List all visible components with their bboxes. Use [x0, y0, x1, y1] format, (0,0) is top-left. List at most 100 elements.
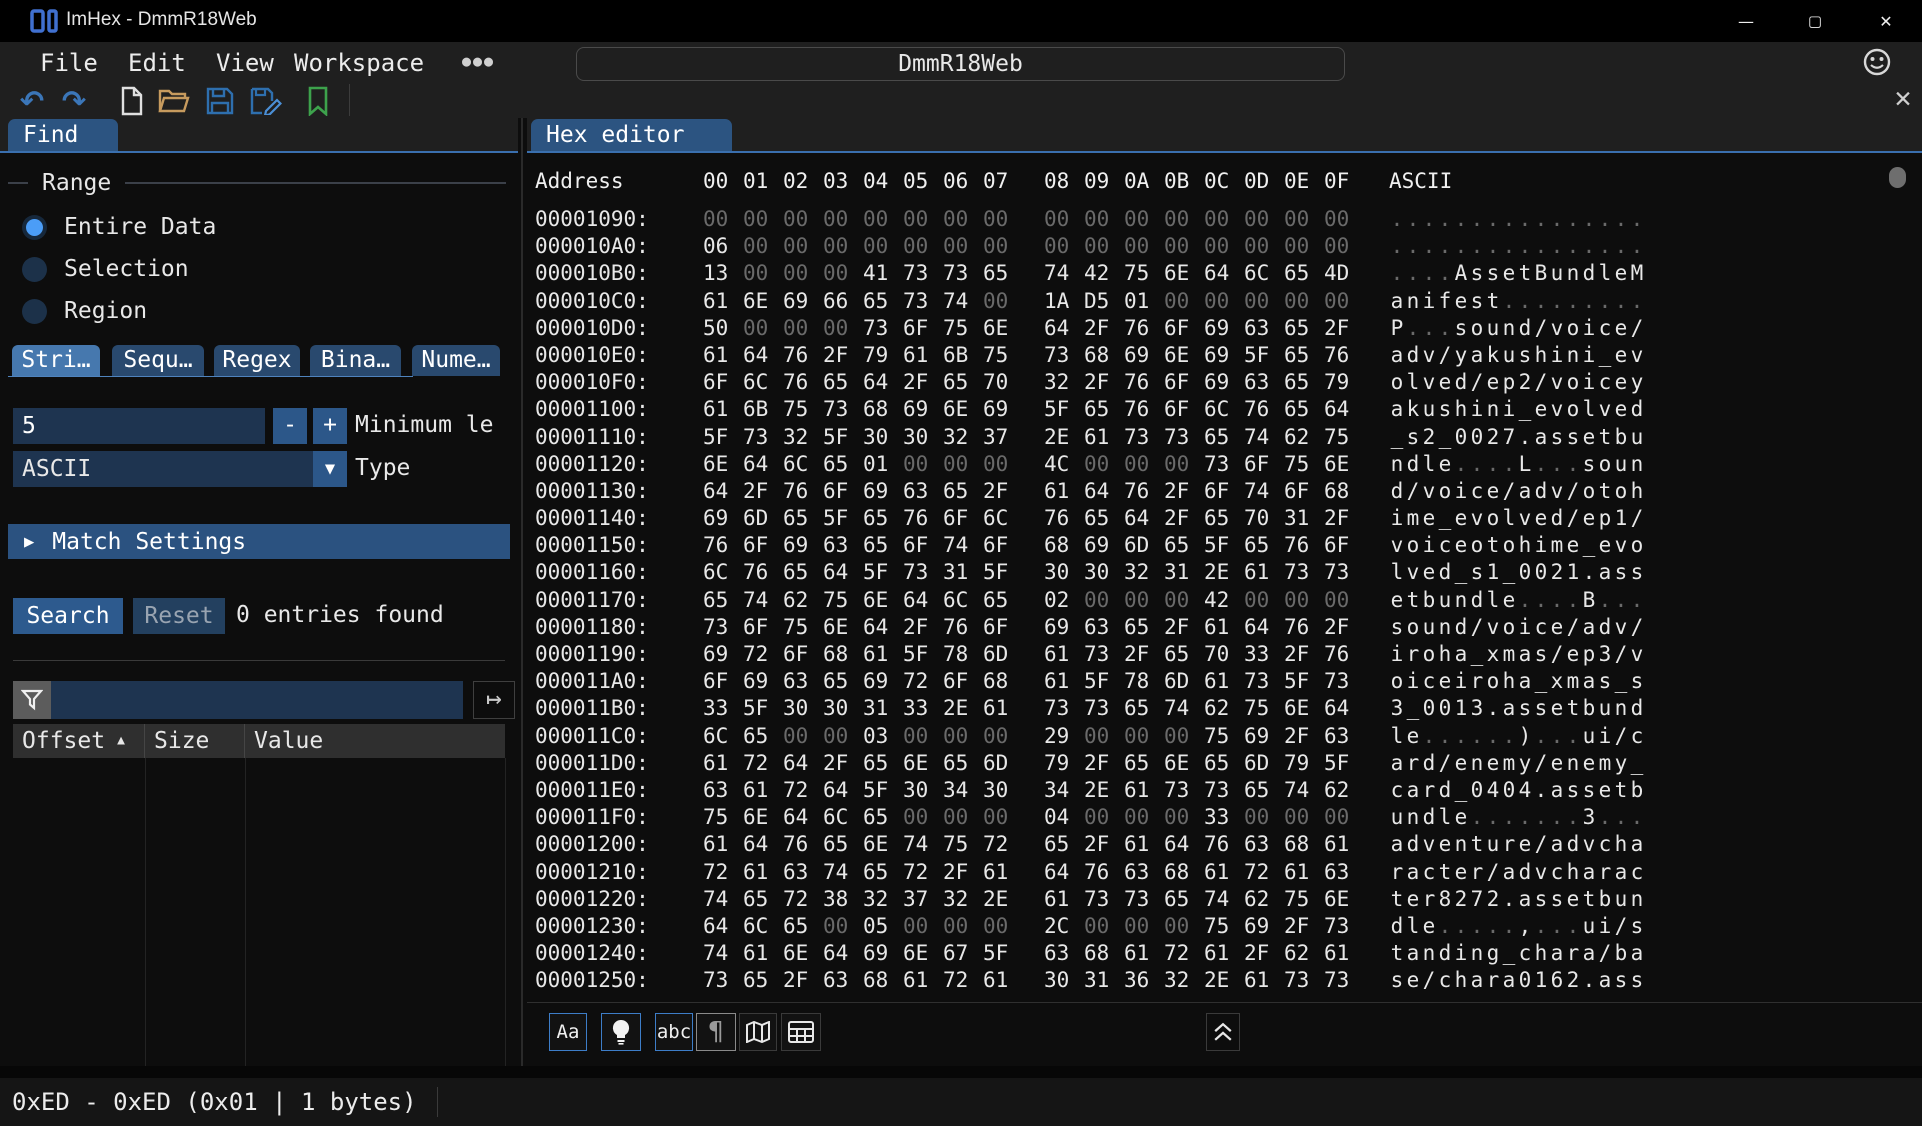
ascii-char[interactable]: s	[1549, 424, 1565, 451]
ascii-char[interactable]: .	[1485, 804, 1501, 831]
tab-strings[interactable]: Stri…	[12, 345, 100, 376]
hex-byte[interactable]: 64	[1164, 831, 1204, 858]
hex-byte[interactable]: 00	[1204, 206, 1244, 233]
hex-byte[interactable]: 75	[703, 804, 743, 831]
ascii-char[interactable]: i	[1597, 913, 1613, 940]
ascii-char[interactable]: a	[1469, 342, 1485, 369]
ascii-char[interactable]: /	[1421, 967, 1437, 994]
hex-byte[interactable]: 76	[1204, 831, 1244, 858]
hex-row[interactable]: 000011D0:6172642F656E656D792F656E656D795…	[527, 750, 1922, 777]
ascii-char[interactable]: h	[1453, 396, 1469, 423]
ascii-char[interactable]: e	[1485, 750, 1501, 777]
ascii-char[interactable]: i	[1453, 668, 1469, 695]
hex-byte[interactable]: 6E	[783, 940, 823, 967]
ascii-char[interactable]: r	[1485, 967, 1501, 994]
ascii-char[interactable]: _	[1405, 695, 1421, 722]
hex-row[interactable]: 000011F0:756E646C65000000040000003300000…	[527, 804, 1922, 831]
hex-byte[interactable]: 64	[823, 940, 863, 967]
hex-row[interactable]: 00001140:696D655F65766F6C7665642F6570312…	[527, 505, 1922, 532]
ascii-char[interactable]: p	[1581, 641, 1597, 668]
ascii-char[interactable]: .	[1581, 559, 1597, 586]
ascii-char[interactable]: u	[1613, 886, 1629, 913]
hex-byte[interactable]: 61	[983, 967, 1023, 994]
hex-byte[interactable]: 65	[1204, 505, 1244, 532]
goto-arrow-icon[interactable]: ↦	[473, 681, 515, 719]
hex-byte[interactable]: 65	[863, 859, 903, 886]
hex-row[interactable]: 00001150:766F6963656F746F68696D655F65766…	[527, 532, 1922, 559]
hex-byte[interactable]: 65	[1164, 886, 1204, 913]
ascii-char[interactable]: e	[1565, 886, 1581, 913]
ascii-char[interactable]: B	[1581, 587, 1597, 614]
hex-byte[interactable]: 6F	[943, 668, 983, 695]
ascii-char[interactable]: s	[1613, 559, 1629, 586]
ascii-char[interactable]: a	[1389, 750, 1405, 777]
ascii-char[interactable]: s	[1597, 668, 1613, 695]
hex-byte[interactable]: 68	[823, 641, 863, 668]
hex-byte[interactable]: 61	[743, 940, 783, 967]
hex-byte[interactable]: 38	[823, 886, 863, 913]
ascii-char[interactable]: s	[1629, 559, 1645, 586]
ascii-char[interactable]: e	[1501, 260, 1517, 287]
ascii-char[interactable]: n	[1469, 940, 1485, 967]
ascii-char[interactable]: l	[1597, 260, 1613, 287]
hex-byte[interactable]: 76	[1324, 641, 1364, 668]
ascii-char[interactable]: .	[1533, 233, 1549, 260]
ascii-char[interactable]: s	[1517, 695, 1533, 722]
tab-numeric[interactable]: Nume…	[412, 345, 500, 376]
radio-circle[interactable]	[22, 299, 47, 324]
hex-byte[interactable]: 6E	[863, 831, 903, 858]
hex-byte[interactable]: 69	[1044, 614, 1084, 641]
hex-byte[interactable]: 00	[1084, 804, 1124, 831]
ascii-char[interactable]: d	[1421, 750, 1437, 777]
ascii-char[interactable]: .	[1453, 723, 1469, 750]
hex-byte[interactable]: 00	[823, 260, 863, 287]
hex-byte[interactable]: 72	[1244, 859, 1284, 886]
hex-byte[interactable]: 00	[983, 723, 1023, 750]
ascii-char[interactable]: /	[1565, 614, 1581, 641]
hex-byte[interactable]: 6D	[743, 505, 783, 532]
hex-byte[interactable]: 69	[863, 940, 903, 967]
ascii-char[interactable]: .	[1517, 288, 1533, 315]
hex-byte[interactable]: 65	[1044, 831, 1084, 858]
hex-byte[interactable]: 00	[1204, 288, 1244, 315]
ascii-char[interactable]: .	[1533, 451, 1549, 478]
ascii-char[interactable]: d	[1453, 369, 1469, 396]
hex-byte[interactable]: 29	[1044, 723, 1084, 750]
ascii-char[interactable]: e	[1485, 478, 1501, 505]
hex-byte[interactable]: 00	[1084, 206, 1124, 233]
ascii-char[interactable]: a	[1405, 940, 1421, 967]
ascii-char[interactable]: r	[1421, 777, 1437, 804]
undo-icon[interactable]: ↶	[16, 85, 48, 117]
hex-byte[interactable]: 64	[1244, 614, 1284, 641]
ascii-char[interactable]: i	[1533, 532, 1549, 559]
radio-circle[interactable]	[22, 257, 47, 282]
ascii-char[interactable]: .	[1453, 233, 1469, 260]
hex-byte[interactable]: 6C	[743, 913, 783, 940]
hex-byte[interactable]: 61	[743, 777, 783, 804]
hex-byte[interactable]: 5F	[863, 559, 903, 586]
ascii-char[interactable]: v	[1517, 505, 1533, 532]
hex-byte[interactable]: 00	[983, 451, 1023, 478]
ascii-char[interactable]: i	[1389, 505, 1405, 532]
ascii-char[interactable]: o	[1581, 478, 1597, 505]
hex-byte[interactable]: 00	[903, 451, 943, 478]
ascii-char[interactable]: .	[1613, 206, 1629, 233]
hex-byte[interactable]: 69	[1204, 315, 1244, 342]
ascii-char[interactable]: .	[1469, 723, 1485, 750]
ascii-char[interactable]: o	[1421, 641, 1437, 668]
hex-byte[interactable]: 2F	[823, 750, 863, 777]
hex-byte[interactable]: 72	[903, 859, 943, 886]
ascii-char[interactable]: e	[1421, 913, 1437, 940]
hex-byte[interactable]: 00	[1164, 206, 1204, 233]
hex-byte[interactable]: 6F	[1324, 532, 1364, 559]
match-settings-header[interactable]: ▶ Match Settings	[8, 524, 510, 559]
hex-byte[interactable]: 00	[903, 913, 943, 940]
hex-row[interactable]: 00001120:6E646C65010000004C000000736F756…	[527, 451, 1922, 478]
ascii-char[interactable]: .	[1421, 206, 1437, 233]
ascii-char[interactable]: .	[1485, 913, 1501, 940]
hex-row[interactable]: 000011C0:6C650000030000002900000075692F6…	[527, 723, 1922, 750]
ascii-char[interactable]: s	[1469, 288, 1485, 315]
ascii-char[interactable]: .	[1389, 206, 1405, 233]
ascii-char[interactable]: r	[1565, 940, 1581, 967]
tab-binary[interactable]: Bina…	[310, 345, 401, 376]
